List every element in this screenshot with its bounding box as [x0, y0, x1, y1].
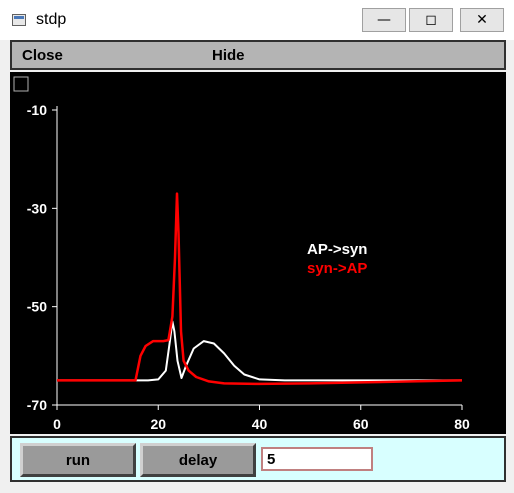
menu-hide[interactable]: Hide: [212, 47, 245, 64]
voltage-plot: -10 -30 -50 -70 0 20 40 60 80 AP->syn syn->AP: [13, 76, 470, 432]
maximize-icon: ◻: [425, 12, 437, 28]
menu-bar: Close Hide: [10, 40, 506, 70]
delay-input[interactable]: [261, 447, 373, 471]
control-panel: run delay: [10, 436, 506, 482]
window-title: stdp: [36, 11, 67, 28]
minimize-button[interactable]: —: [362, 8, 406, 32]
app-icon: [12, 14, 26, 26]
minimize-icon: —: [377, 12, 391, 28]
y-tick-label: -70: [27, 397, 47, 413]
maximize-button[interactable]: ◻: [409, 8, 453, 32]
trace-ap-syn: [57, 320, 462, 382]
graph-panel: -10 -30 -50 -70 0 20 40 60 80 AP->syn syn->AP: [10, 72, 506, 434]
x-tick-label: 20: [150, 416, 166, 432]
trace-syn-ap: [57, 192, 463, 386]
y-tick-label: -30: [27, 200, 47, 216]
x-tick-label: 40: [252, 416, 268, 432]
graph-menu-box[interactable]: [13, 76, 29, 92]
menu-close[interactable]: Close: [22, 47, 63, 64]
x-tick-label: 0: [53, 416, 61, 432]
title-bar: stdp — ◻ ✕: [0, 0, 514, 40]
x-tick-label: 80: [454, 416, 470, 432]
delay-button[interactable]: delay: [140, 443, 256, 477]
close-window-button[interactable]: ✕: [460, 8, 504, 32]
legend-ap-syn: AP->syn: [307, 241, 367, 258]
legend-syn-ap: syn->AP: [307, 260, 367, 277]
close-icon: ✕: [476, 12, 488, 28]
y-tick-label: -10: [27, 102, 47, 118]
y-tick-label: -50: [27, 299, 47, 315]
run-button[interactable]: run: [20, 443, 136, 477]
x-tick-label: 60: [353, 416, 369, 432]
